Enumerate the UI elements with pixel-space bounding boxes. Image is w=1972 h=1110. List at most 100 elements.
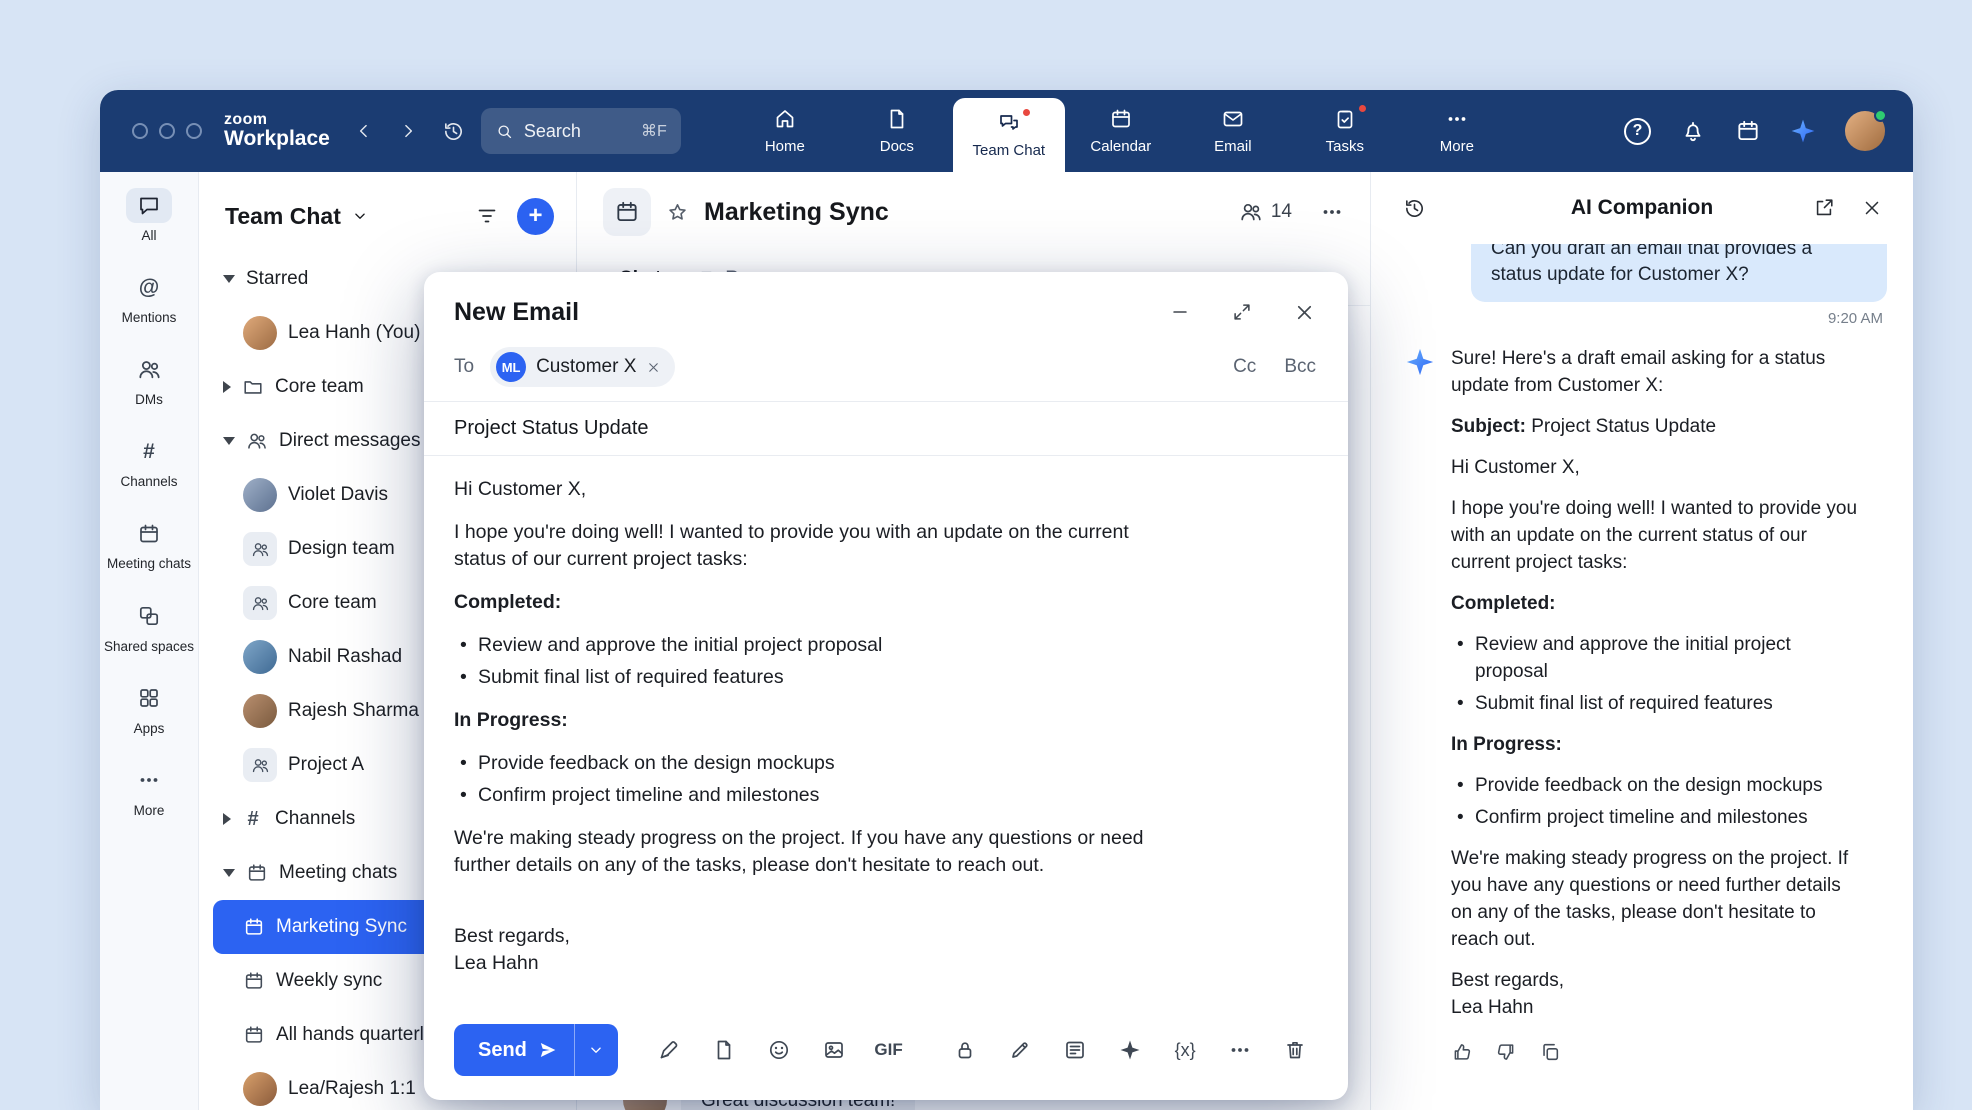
nav-tab-team-chat[interactable]: Team Chat [953,98,1065,172]
nav-tab-calendar[interactable]: Calendar [1065,90,1177,172]
send-button[interactable]: Send [454,1024,574,1076]
encrypt-button[interactable] [942,1027,988,1073]
help-button[interactable]: ? [1624,118,1651,145]
compose-toolbar: Send GIF {x} [424,1010,1348,1100]
unread-badge [1357,103,1368,114]
rail-item-meeting-chats[interactable]: Meeting chats [102,516,196,571]
bcc-button[interactable]: Bcc [1284,356,1316,378]
item-label: Rajesh Sharma [288,700,419,722]
nav-tab-docs[interactable]: Docs [841,90,953,172]
discard-button[interactable] [1272,1027,1318,1073]
subject-field[interactable]: Project Status Update [424,402,1348,456]
rail-item-apps[interactable]: Apps [102,681,196,736]
email-body-editor[interactable]: Hi Customer X, I hope you're doing well!… [424,456,1348,1010]
insert-image-button[interactable] [811,1027,857,1073]
window-controls[interactable] [132,123,202,139]
ai-compose-button[interactable] [1107,1027,1153,1073]
ai-companion-button[interactable] [1790,118,1816,144]
forward-icon[interactable] [398,121,418,141]
send-options-dropdown[interactable] [574,1024,618,1076]
tasks-icon [1333,107,1357,131]
nav-tab-tasks[interactable]: Tasks [1289,90,1401,172]
rail-item-channels[interactable]: # Channels [102,434,196,489]
history-icon[interactable] [442,120,465,143]
rail-item-dms[interactable]: DMs [102,352,196,407]
logo-workplace: Workplace [224,128,330,151]
emoji-button[interactable] [756,1027,802,1073]
template-button[interactable] [701,1027,747,1073]
star-icon[interactable] [666,201,689,224]
close-modal-button[interactable] [1293,301,1316,324]
recipient-chip[interactable]: ML Customer X [490,347,675,387]
nav-tab-more[interactable]: More [1401,90,1513,172]
channel-more-button[interactable] [1320,200,1344,224]
ellipsis-icon [1320,200,1344,224]
notifications-button[interactable] [1680,118,1706,144]
cc-button[interactable]: Cc [1233,356,1256,378]
ai-feedback-bar [1451,1041,1866,1063]
channel-title: Marketing Sync [704,198,889,227]
layout-icon [1063,1038,1087,1062]
ai-con conversation[interactable]: Can you draft an email that provides a s… [1371,244,1913,1110]
window-close-button[interactable] [132,123,148,139]
calendar-icon [243,1024,265,1046]
item-label: Core team [288,592,377,614]
nav-tab-home[interactable]: Home [729,90,841,172]
item-label: Weekly sync [276,970,382,992]
topbar-right-group: ? [1624,111,1885,151]
gif-button[interactable]: GIF [866,1027,912,1073]
back-icon[interactable] [354,121,374,141]
copy-button[interactable] [1539,1041,1561,1063]
message-timestamp: 9:20 AM [1405,310,1883,327]
rail-label: More [134,803,165,818]
variables-button[interactable]: {x} [1162,1027,1208,1073]
nav-label: Home [765,138,805,155]
thumbs-down-icon [1495,1041,1517,1063]
rail-item-all[interactable]: All [102,188,196,243]
open-in-window-button[interactable] [1813,197,1835,219]
expand-button[interactable] [1231,301,1253,324]
signature-button[interactable] [646,1027,692,1073]
new-chat-button[interactable]: + [517,198,554,235]
rail-item-more[interactable]: More [102,763,196,818]
calendar-shortcut-button[interactable] [1735,118,1761,144]
ai-history-button[interactable] [1403,197,1426,220]
minimize-button[interactable] [1169,301,1191,324]
layout-button[interactable] [1052,1027,1098,1073]
ai-subject-line: Subject: Project Status Update [1451,413,1866,440]
window-minimize-button[interactable] [159,123,175,139]
edit-button[interactable] [997,1027,1043,1073]
item-label: Core team [275,376,364,398]
item-label: Violet Davis [288,484,388,506]
ai-sparkle-icon [1790,118,1816,144]
close-ai-panel-button[interactable] [1861,197,1883,219]
sidebar-title-dropdown[interactable]: Team Chat [225,203,369,230]
members-button[interactable]: 14 [1239,200,1292,224]
rail-item-shared-spaces[interactable]: Shared spaces [102,599,196,654]
rail-item-mentions[interactable]: @ Mentions [102,270,196,325]
chat-bubble-icon [126,188,172,223]
external-link-icon [1813,197,1835,219]
thumbs-up-button[interactable] [1451,1041,1473,1063]
history-icon [1403,197,1426,220]
ai-in-progress-list: Provide feedback on the design mockups C… [1451,772,1866,831]
nav-tab-email[interactable]: Email [1177,90,1289,172]
nav-label: Team Chat [973,142,1046,159]
remove-recipient-icon[interactable] [646,360,661,375]
filter-button[interactable] [475,204,499,228]
rail-label: Meeting chats [107,556,191,571]
modal-header: New Email [424,272,1348,339]
list-item: Confirm project timeline and milestones [454,782,1174,809]
ai-companion-panel: AI Companion Can you draft an email that… [1370,172,1913,1110]
search-input[interactable]: Search ⌘F [481,108,681,154]
email-signoff: Best regards, [454,923,1174,950]
calendar-icon [243,970,265,992]
more-tools-button[interactable] [1217,1027,1263,1073]
recipient-field[interactable]: To ML Customer X Cc Bcc [424,339,1348,402]
channel-avatar-icon [603,188,651,236]
email-intro: I hope you're doing well! I wanted to pr… [454,519,1174,573]
window-zoom-button[interactable] [186,123,202,139]
thumbs-down-button[interactable] [1495,1041,1517,1063]
close-icon [1293,301,1316,324]
user-avatar[interactable] [1845,111,1885,151]
